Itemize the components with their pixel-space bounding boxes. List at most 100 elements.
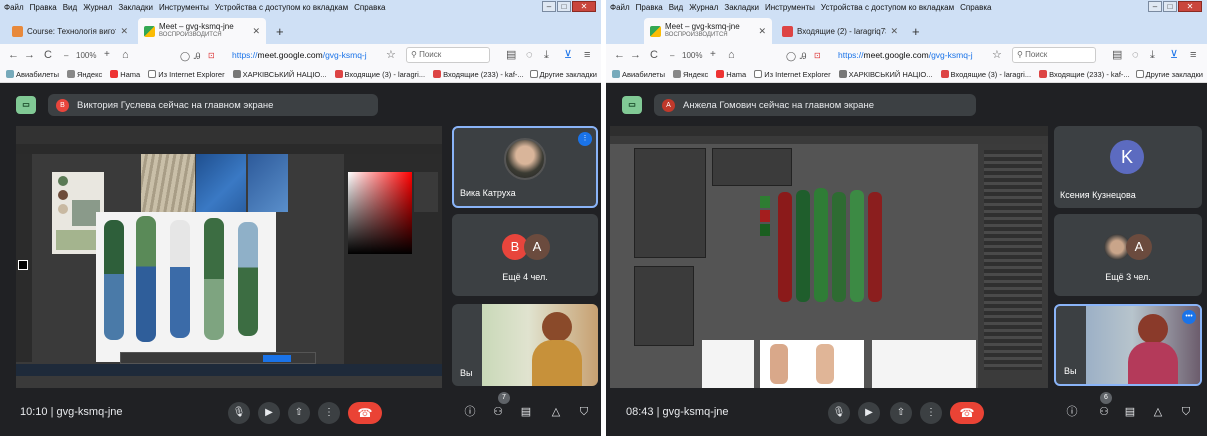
hang-up-button[interactable]: ☎ xyxy=(348,402,382,424)
bookmark-item[interactable]: Hama xyxy=(110,70,140,79)
camera-icon[interactable]: ▶ xyxy=(258,402,280,424)
minimize-icon[interactable]: – xyxy=(1148,1,1162,12)
chat-icon[interactable]: ▤ xyxy=(1122,404,1138,420)
menu-file[interactable]: Файл xyxy=(610,3,630,12)
menu-edit[interactable]: Правка xyxy=(30,3,57,12)
bookmark-item[interactable]: Входящие (3) - laragri... xyxy=(334,70,425,79)
reload-icon[interactable]: C xyxy=(44,48,52,62)
present-screen-icon[interactable]: ⇧ xyxy=(890,402,912,424)
bookmark-star-icon[interactable]: ☆ xyxy=(386,48,396,62)
zoom-level[interactable]: 100% xyxy=(76,49,96,63)
menu-history[interactable]: Журнал xyxy=(689,3,718,12)
info-icon[interactable]: ⓘ xyxy=(462,404,478,420)
close-tab-icon[interactable]: ✕ xyxy=(890,26,898,37)
microphone-icon[interactable]: 🎙 xyxy=(828,402,850,424)
menu-edit[interactable]: Правка xyxy=(636,3,663,12)
bookmark-item[interactable]: Входящие (233) - kaf-... xyxy=(433,70,524,79)
lock-icon[interactable]: Ꭿ xyxy=(194,49,201,63)
camera-permission-icon[interactable]: ⊡ xyxy=(208,49,215,63)
info-icon[interactable]: ⓘ xyxy=(1064,404,1080,420)
close-tab-icon[interactable]: ✕ xyxy=(120,26,128,37)
pocket-icon[interactable]: ◌ xyxy=(1132,48,1139,62)
camera-permission-icon[interactable]: ⊡ xyxy=(814,49,821,63)
menu-help[interactable]: Справка xyxy=(354,3,385,12)
menu-help[interactable]: Справка xyxy=(960,3,991,12)
library-icon[interactable]: ▤ xyxy=(506,48,516,62)
menu-icon[interactable]: ≡ xyxy=(1190,48,1196,62)
tab-meet[interactable]: Meet – gvg-ksmq-jne ВОСПРОИЗВОДИТСЯ ✕ xyxy=(138,18,266,44)
people-icon[interactable]: ⚇ xyxy=(1096,404,1112,420)
zoom-out-button[interactable]: – xyxy=(670,49,674,63)
menu-history[interactable]: Журнал xyxy=(83,3,112,12)
maximize-icon[interactable]: □ xyxy=(1163,1,1177,12)
minimize-icon[interactable]: – xyxy=(542,1,556,12)
presentation-icon[interactable]: ▭ xyxy=(622,96,642,114)
more-options-icon[interactable]: ••• xyxy=(1182,310,1196,324)
back-icon[interactable]: ← xyxy=(614,48,625,62)
zoom-level[interactable]: 100% xyxy=(682,49,702,63)
close-tab-icon[interactable]: ✕ xyxy=(252,26,260,37)
shield-icon[interactable]: ◯ xyxy=(180,49,190,63)
participant-tile-vika[interactable]: ⋮ Вика Катруха xyxy=(452,126,598,208)
menu-icon[interactable]: ≡ xyxy=(584,48,590,62)
bookmark-item[interactable]: Яндекс xyxy=(66,70,102,79)
home-icon[interactable]: ⌂ xyxy=(122,48,129,62)
camera-icon[interactable]: ▶ xyxy=(858,402,880,424)
bookmark-item[interactable]: Авиабилеты xyxy=(612,70,665,79)
people-icon[interactable]: ⚇ xyxy=(490,404,506,420)
bookmark-item[interactable]: ХАРКІВСЬКИЙ НАЦІО... xyxy=(838,70,933,79)
tab-meet[interactable]: Meet – gvg-ksmq-jne ВОСПРОИЗВОДИТСЯ ✕ xyxy=(644,18,772,44)
bookmark-item[interactable]: Яндекс xyxy=(672,70,708,79)
tab-gmail[interactable]: Входящие (2) - laragriq73@gm ✕ xyxy=(776,18,904,44)
hang-up-button[interactable]: ☎ xyxy=(950,402,984,424)
search-box[interactable]: ⚲ Поиск xyxy=(1012,47,1096,63)
host-controls-icon[interactable]: ⛉ xyxy=(576,404,592,420)
bookmark-item[interactable]: Из Internet Explorer xyxy=(754,70,831,79)
reload-icon[interactable]: C xyxy=(650,48,658,62)
more-participants-tile[interactable]: В А Ещё 4 чел. xyxy=(452,214,598,296)
other-bookmarks[interactable]: Другие закладки xyxy=(529,70,597,79)
more-participants-tile[interactable]: А Ещё 3 чел. xyxy=(1054,214,1202,296)
menu-synced-tabs[interactable]: Устройства с доступом ко вкладкам xyxy=(821,3,954,12)
library-icon[interactable]: ▤ xyxy=(1112,48,1122,62)
pocket-icon[interactable]: ◌ xyxy=(526,48,533,62)
participant-tile-ksenia[interactable]: K Ксения Кузнецова xyxy=(1054,126,1202,208)
activities-icon[interactable]: △ xyxy=(1150,404,1166,420)
zoom-in-button[interactable]: + xyxy=(710,48,716,62)
other-bookmarks[interactable]: Другие закладки xyxy=(1135,70,1203,79)
menu-tools[interactable]: Инструменты xyxy=(765,3,815,12)
cart-icon[interactable]: ⊻ xyxy=(564,48,572,62)
menu-file[interactable]: Файл xyxy=(4,3,24,12)
shield-icon[interactable]: ◯ xyxy=(786,49,796,63)
bookmark-item[interactable]: Входящие (233) - kaf-... xyxy=(1039,70,1130,79)
microphone-icon[interactable]: 🎙 xyxy=(228,402,250,424)
zoom-out-button[interactable]: – xyxy=(64,49,68,63)
tab-course[interactable]: Course: Технологія виготовле ✕ xyxy=(6,18,134,44)
self-tile[interactable]: ••• Вы xyxy=(1054,304,1202,386)
maximize-icon[interactable]: □ xyxy=(557,1,571,12)
more-options-icon[interactable]: ⋮ xyxy=(318,402,340,424)
address-bar[interactable]: https://meet.google.com/gvg-ksmq-j xyxy=(232,47,382,63)
address-bar[interactable]: https://meet.google.com/gvg-ksmq-j xyxy=(838,47,988,63)
menu-view[interactable]: Вид xyxy=(669,3,683,12)
presentation-icon[interactable]: ▭ xyxy=(16,96,36,114)
self-tile[interactable]: Вы xyxy=(452,304,598,386)
activities-icon[interactable]: △ xyxy=(548,404,564,420)
lock-icon[interactable]: Ꭿ xyxy=(800,49,807,63)
close-tab-icon[interactable]: ✕ xyxy=(758,26,766,37)
back-icon[interactable]: ← xyxy=(8,48,19,62)
more-options-icon[interactable]: ⋮ xyxy=(920,402,942,424)
new-tab-button[interactable]: + xyxy=(276,24,284,39)
cart-icon[interactable]: ⊻ xyxy=(1170,48,1178,62)
bookmark-item[interactable]: Входящие (3) - laragri... xyxy=(940,70,1031,79)
bookmark-item[interactable]: Авиабилеты xyxy=(6,70,59,79)
present-screen-icon[interactable]: ⇧ xyxy=(288,402,310,424)
menu-synced-tabs[interactable]: Устройства с доступом ко вкладкам xyxy=(215,3,348,12)
forward-icon[interactable]: → xyxy=(24,48,35,62)
zoom-in-button[interactable]: + xyxy=(104,48,110,62)
host-controls-icon[interactable]: ⛉ xyxy=(1178,404,1194,420)
close-icon[interactable]: ✕ xyxy=(572,1,596,12)
search-box[interactable]: ⚲ Поиск xyxy=(406,47,490,63)
menu-view[interactable]: Вид xyxy=(63,3,77,12)
menu-bookmarks[interactable]: Закладки xyxy=(118,3,153,12)
